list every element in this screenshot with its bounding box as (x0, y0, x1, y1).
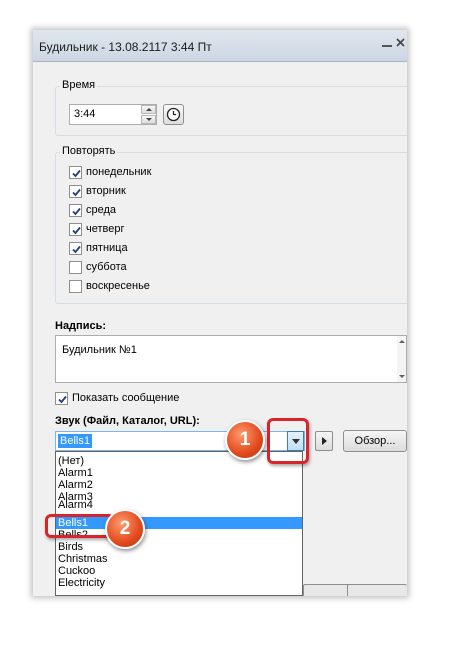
day-label: понедельник (86, 166, 152, 178)
play-icon[interactable] (315, 431, 333, 451)
sound-label: Звук (Файл, Каталог, URL): (55, 415, 200, 427)
browse-button[interactable]: Обзор... (343, 430, 407, 452)
dropdown-option[interactable]: Electricity (56, 577, 302, 589)
clock-button[interactable] (163, 104, 184, 125)
day-label: четверг (86, 223, 125, 235)
repeat-group-legend: Повторять (60, 145, 118, 157)
time-spinner[interactable] (141, 105, 156, 124)
time-group-legend: Время (60, 79, 98, 91)
checkbox-box[interactable] (69, 280, 82, 293)
checkbox-box[interactable] (55, 392, 68, 405)
scroll-down-icon[interactable] (399, 375, 405, 378)
caption-textarea[interactable]: Будильник №1 (55, 335, 407, 383)
highlight-frame-dropdown-button (267, 418, 309, 464)
checkbox-box[interactable] (69, 185, 82, 198)
caption-label: Надпись: (55, 320, 106, 332)
spin-down-icon[interactable] (141, 115, 156, 124)
checkbox-box[interactable] (69, 204, 82, 217)
step-badge-2: 2 (105, 509, 145, 549)
dropdown-option[interactable]: Birds (56, 541, 302, 553)
scroll-up-icon[interactable] (399, 340, 405, 343)
clock-icon (166, 107, 181, 122)
show-message-label: Показать сообщение (72, 392, 180, 404)
checkbox-box[interactable] (69, 166, 82, 179)
cancel-button[interactable] (347, 584, 407, 596)
caption-scrollbar[interactable] (397, 336, 406, 382)
dropdown-option[interactable]: (Нет) (56, 455, 302, 467)
title-bar: Будильник - 13.08.2117 3:44 Пт (33, 30, 407, 62)
spin-up-icon[interactable] (141, 105, 156, 114)
day-label: суббота (86, 261, 127, 273)
checkbox-box[interactable] (69, 223, 82, 236)
close-icon[interactable] (393, 36, 407, 50)
caption-text: Будильник №1 (62, 344, 137, 356)
day-label: вторник (86, 185, 126, 197)
day-label: среда (86, 204, 117, 216)
dropdown-option[interactable]: Christmas (56, 553, 302, 565)
alarm-dialog-window: Будильник - 13.08.2117 3:44 Пт Время 3:4… (33, 30, 407, 596)
dropdown-option[interactable]: Alarm4 (56, 499, 302, 511)
dropdown-option[interactable]: Cuckoo (56, 565, 302, 577)
step-badge-1: 1 (225, 420, 265, 460)
dropdown-option[interactable]: Alarm1 (56, 467, 302, 479)
day-label: пятница (86, 242, 128, 254)
checkbox-box[interactable] (69, 242, 82, 255)
checkbox-box[interactable] (69, 261, 82, 274)
window-title: Будильник - 13.08.2117 3:44 Пт (39, 40, 212, 54)
sound-selected-value: Bells1 (58, 434, 92, 448)
dropdown-option[interactable]: Alarm2 (56, 479, 302, 491)
day-label: воскресенье (86, 280, 150, 292)
